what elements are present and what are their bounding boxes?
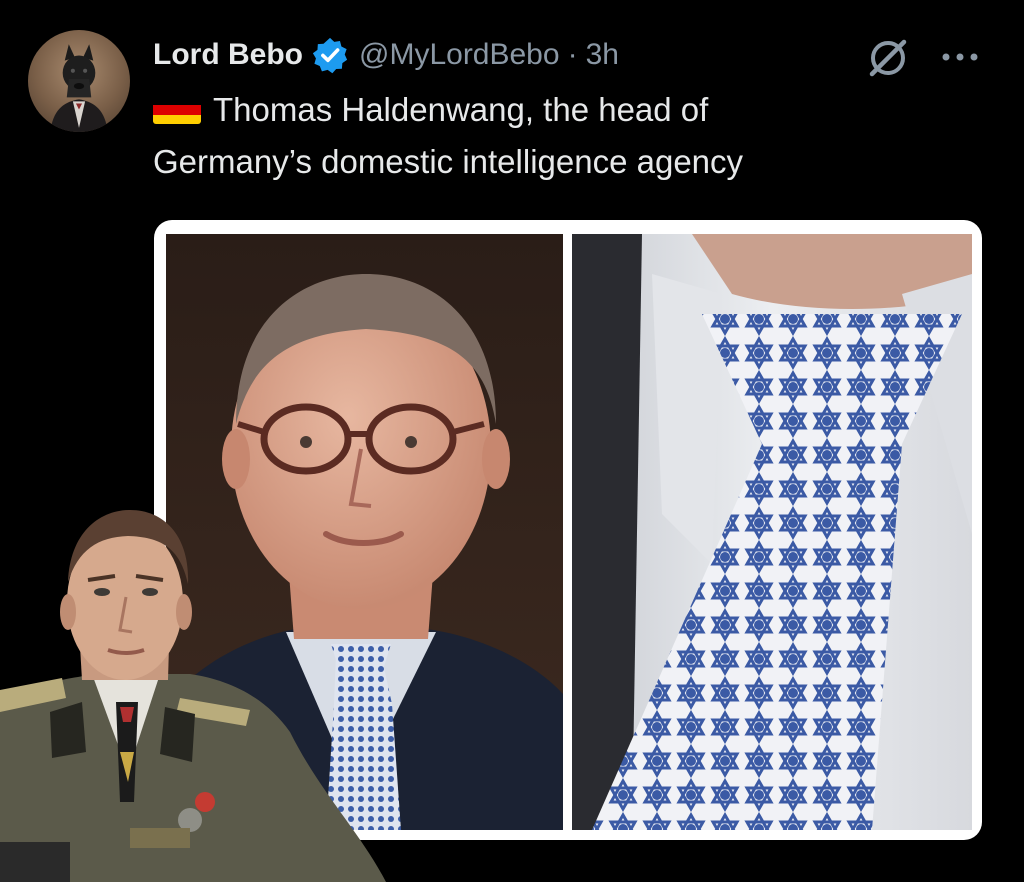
verified-badge-icon[interactable]: [311, 36, 349, 74]
grok-icon[interactable]: [866, 36, 910, 80]
uniformed-officer-cutout: [0, 502, 386, 882]
author-avatar[interactable]: [28, 30, 130, 132]
more-options-icon[interactable]: [938, 42, 982, 72]
post-text-second-line: Germany’s domestic intelligence agency: [153, 143, 744, 180]
post-text-first-line: Thomas Haldenwang, the head of: [213, 91, 709, 128]
post-text: Thomas Haldenwang, the head of Germany’s…: [153, 84, 973, 188]
germany-flag-icon: [153, 96, 201, 124]
author-name[interactable]: Lord Bebo: [153, 38, 303, 72]
patterned-tie-closeup-photo[interactable]: [572, 234, 972, 830]
post-text-line-1: Thomas Haldenwang, the head of: [153, 84, 973, 136]
author-handle[interactable]: @MyLordBebo: [359, 38, 560, 72]
dog-in-suit-avatar-image: [50, 44, 108, 132]
post-header: Lord Bebo @MyLordBebo · 3h: [153, 32, 619, 78]
post-time[interactable]: 3h: [586, 38, 619, 72]
separator-dot: ·: [567, 38, 578, 71]
